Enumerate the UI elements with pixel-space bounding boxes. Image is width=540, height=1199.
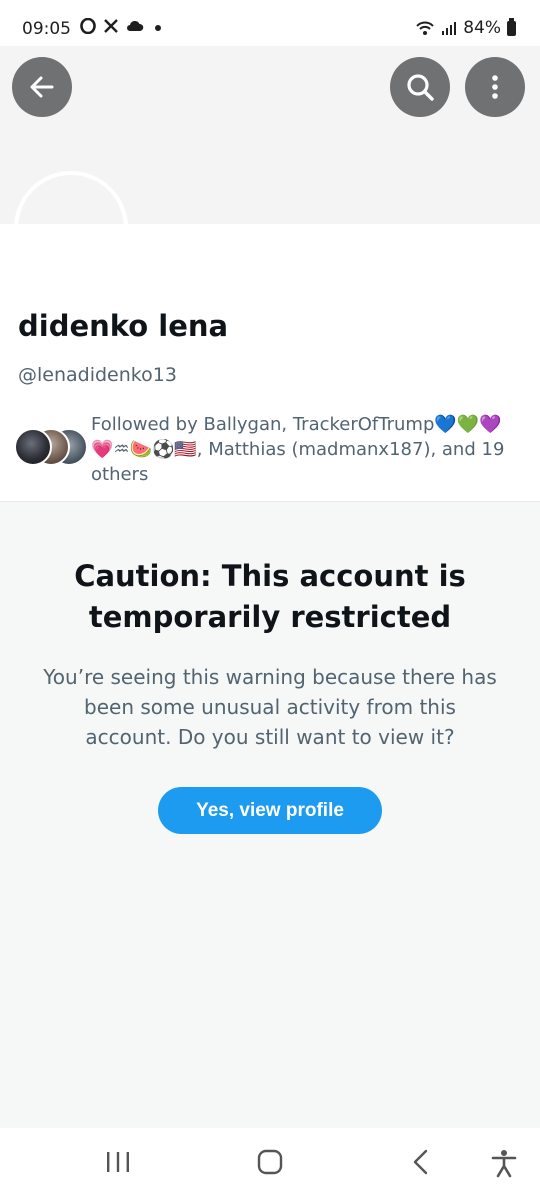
accessibility-button[interactable] — [490, 1148, 518, 1182]
username-handle: @lenadidenko13 — [18, 364, 177, 386]
search-button[interactable] — [390, 57, 450, 117]
search-icon — [407, 74, 434, 101]
followed-by-text[interactable]: Followed by Ballygan, TrackerOfTrump💙💚💜💗… — [91, 412, 521, 487]
profile-header-background — [0, 224, 540, 304]
recents-button[interactable] — [105, 1148, 131, 1180]
opera-icon — [80, 18, 96, 34]
wifi-icon — [416, 21, 434, 35]
dot-icon — [155, 25, 161, 31]
back-button[interactable] — [12, 57, 72, 117]
battery-percent: 84% — [463, 18, 501, 38]
home-button[interactable] — [256, 1148, 284, 1180]
display-name: didenko lena — [18, 309, 229, 343]
system-status: 84% — [415, 17, 516, 38]
recents-icon — [107, 1152, 129, 1172]
followers-you-know-avatars[interactable] — [14, 428, 94, 470]
notification-icons — [80, 18, 165, 34]
status-bar: 09:05 84% — [0, 0, 540, 46]
back-icon — [413, 1149, 428, 1175]
battery-icon — [507, 17, 516, 36]
cloud-icon — [127, 20, 144, 31]
nav-back-button[interactable] — [410, 1148, 432, 1180]
restriction-title: Caution: This account is temporarily res… — [74, 559, 466, 634]
more-vertical-icon — [492, 75, 498, 99]
more-options-button[interactable] — [465, 57, 525, 117]
x-logo-icon — [104, 19, 118, 33]
accessibility-icon — [491, 1150, 517, 1178]
follower-avatar — [14, 428, 52, 466]
status-time: 09:05 — [22, 19, 71, 39]
view-profile-button[interactable]: Yes, view profile — [158, 787, 382, 834]
signal-icon — [442, 22, 457, 35]
restriction-message: You’re seeing this warning because there… — [43, 665, 497, 749]
system-navigation-bar — [0, 1128, 540, 1199]
home-icon — [257, 1149, 283, 1175]
arrow-left-icon — [30, 76, 54, 98]
